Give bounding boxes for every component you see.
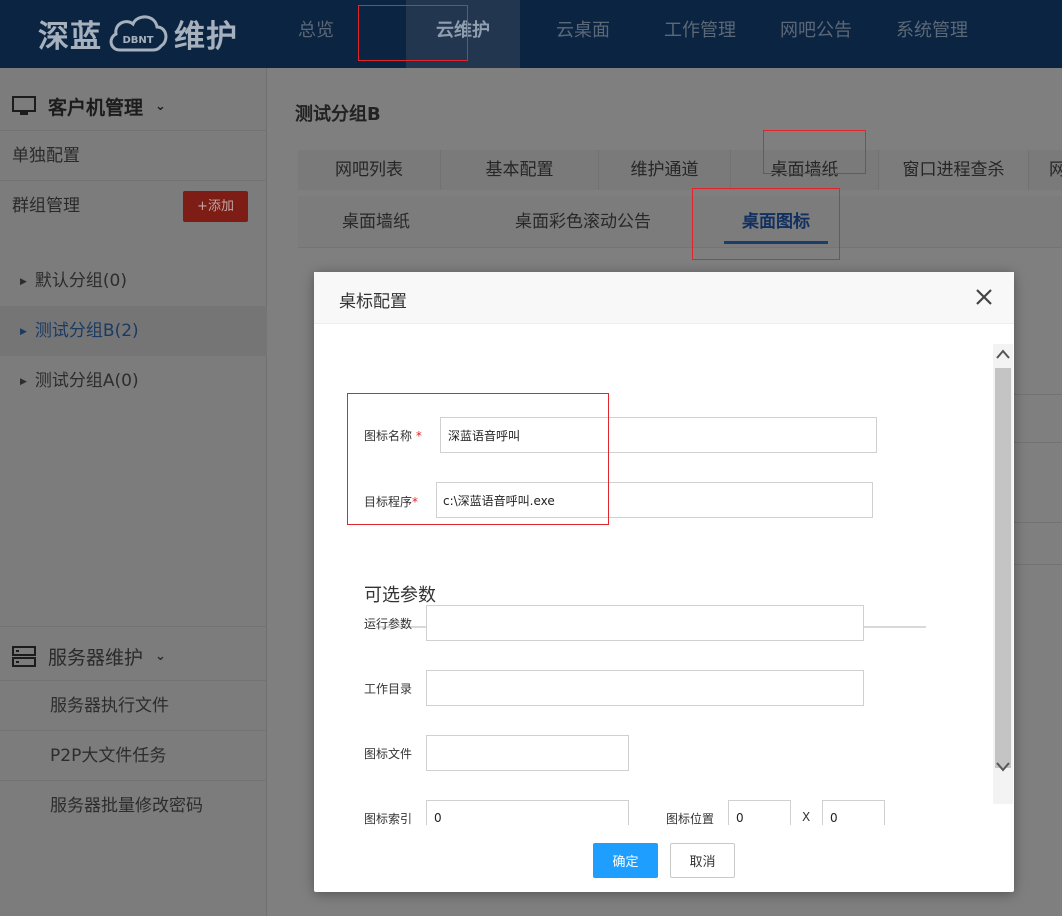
page-title: 测试分组B [295,104,381,125]
tab-maintenance-channel[interactable]: 维护通道 [598,150,730,190]
tab-truncated[interactable]: 网 [1028,150,1062,190]
scroll-up-icon[interactable] [993,344,1013,366]
run-params-input[interactable] [426,605,864,641]
tree-item-label: 测试分组B(2) [34,321,139,341]
monitor-icon [12,96,36,115]
run-params-label: 运行参数 [364,617,413,631]
top-bar: 深蓝 DBNT 维护 总览 云维护 云桌面 工作管理 网吧公告 系统管理 [0,0,1062,68]
sub-tabs: 桌面墙纸 桌面彩色滚动公告 桌面图标 [298,196,1062,248]
work-dir-input[interactable] [426,670,864,706]
annotation-box-wallpaper-tab [763,130,866,174]
icon-index-label: 图标索引 [364,812,413,825]
tree-item-label: 默认分组(0) [34,271,128,291]
tab-window-process-kill[interactable]: 窗口进程查杀 [878,150,1028,190]
optional-params-heading: 可选参数 [364,585,436,606]
group-manage-label: 群组管理 [12,196,80,216]
server-maintenance-header[interactable]: 服务器维护 ⌄ [0,626,267,686]
dialog-body: 图标名称 * 目标程序* 可选参数 运行参数 工作目录 图标文件 图标索引 图标… [314,325,1014,825]
icon-position-label: 图标位置 [666,812,715,825]
sidebar-item-server-batch-password[interactable]: 服务器批量修改密码 [0,780,267,830]
annotation-box-required-fields [347,393,609,525]
sidebar: 客户机管理 ⌄ 单独配置 群组管理 +添加 ▶ 默认分组(0) ▶ 测试分组B(2)… [0,68,267,916]
icon-file-input[interactable] [426,735,629,771]
nav-overview[interactable]: 总览 [278,0,354,68]
subtab-desktop-wallpaper[interactable]: 桌面墙纸 [298,196,454,248]
client-management-header[interactable]: 客户机管理 ⌄ [0,76,267,136]
expand-triangle-icon[interactable]: ▶ [20,377,27,387]
sidebar-item-p2p-large-file[interactable]: P2P大文件任务 [0,730,267,780]
tree-item-default-group[interactable]: ▶ 默认分组(0) [0,256,267,306]
tab-basic-config[interactable]: 基本配置 [440,150,598,190]
cloud-logo-icon: DBNT [109,15,168,52]
confirm-button[interactable]: 确定 [593,843,658,878]
chevron-down-icon: ⌄ [155,98,166,114]
subtab-color-scroll-announcement[interactable]: 桌面彩色滚动公告 [478,196,688,248]
sidebar-item-group-manage[interactable]: 群组管理 +添加 [0,180,267,230]
nav-system-management[interactable]: 系统管理 [876,0,988,68]
scroll-thumb[interactable] [995,368,1011,768]
tree-item-test-group-a[interactable]: ▶ 测试分组A(0) [0,356,267,406]
annotation-box-icon-subtab [692,188,840,260]
tree-item-label: 测试分组A(0) [34,371,139,391]
tree-item-test-group-b[interactable]: ▶ 测试分组B(2) [0,306,267,356]
client-management-label: 客户机管理 [48,96,144,119]
logo-text-left: 深蓝 [38,18,102,55]
nav-cafe-announcement[interactable]: 网吧公告 [760,0,872,68]
nav-cloud-desktop[interactable]: 云桌面 [536,0,630,68]
icon-index-input[interactable] [426,800,629,825]
dialog-header: 桌标配置 [314,272,1014,324]
server-icon [12,645,36,667]
dialog-scrollbar[interactable] [993,344,1013,804]
annotation-box-nav [358,5,468,61]
expand-triangle-icon[interactable]: ▶ [20,327,27,337]
tab-cafe-list[interactable]: 网吧列表 [298,150,440,190]
main-tabs: 网吧列表 基本配置 维护通道 桌面墙纸 窗口进程查杀 网 [298,150,1062,190]
close-icon[interactable] [972,285,996,309]
svg-text:DBNT: DBNT [122,35,153,46]
position-separator: X [802,810,811,824]
logo-text-right: 维护 [174,18,238,55]
cancel-button[interactable]: 取消 [670,843,735,878]
sidebar-item-server-exec-file[interactable]: 服务器执行文件 [0,680,267,730]
scroll-down-icon[interactable] [993,756,1013,778]
app-logo[interactable]: 深蓝 DBNT 维护 [38,8,238,58]
expand-triangle-icon[interactable]: ▶ [20,277,27,287]
work-dir-label: 工作目录 [364,682,413,696]
server-maintenance-label: 服务器维护 [48,647,144,669]
dialog-footer: 确定 取消 [314,825,1014,892]
add-group-button[interactable]: +添加 [183,191,248,222]
desktop-icon-config-dialog: 桌标配置 图标名称 * 目标程序* 可选参数 运行参数 工作目录 图标文件 图标… [314,272,1014,892]
sidebar-item-single-config[interactable]: 单独配置 [0,130,267,180]
icon-position-y-input[interactable] [822,800,885,825]
dialog-title: 桌标配置 [339,292,407,312]
icon-position-x-input[interactable] [728,800,791,825]
chevron-down-icon: ⌄ [155,649,166,664]
nav-work-management[interactable]: 工作管理 [644,0,756,68]
icon-file-label: 图标文件 [364,747,413,761]
